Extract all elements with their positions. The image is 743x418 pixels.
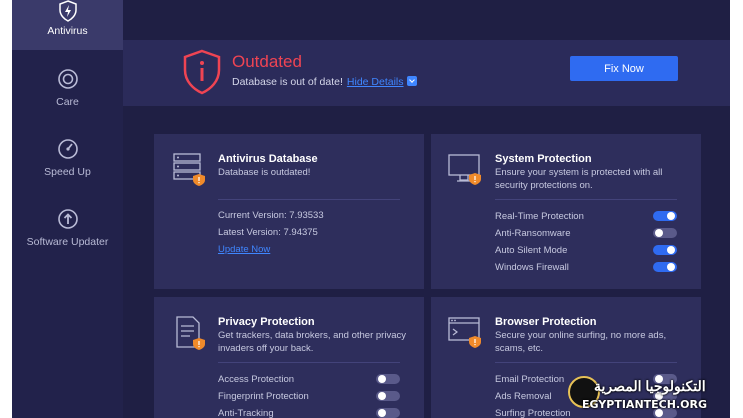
status-title: Outdated [232,52,302,71]
toggle-anti-tracking[interactable] [376,408,400,418]
card-description: Database is outdated! [218,167,311,178]
update-icon [12,208,123,230]
sidebar-item-label: Care [56,96,79,108]
card-title: Antivirus Database [218,153,318,165]
sidebar-item-label: Software Updater [26,236,109,248]
sidebar-item-care[interactable]: Care [12,62,123,132]
setting-label-real-time-protection: Real-Time Protection [495,211,584,222]
watermark: التكنولوجيا المصرية EGYPTIANTECH.ORG [562,374,738,418]
status-message: Database is out of date! Hide Details [232,76,417,88]
sidebar-item-label: Speed Up [44,166,91,178]
toggle-knob [667,212,675,220]
toggle-access-protection[interactable] [376,374,400,384]
divider [218,199,400,200]
current-version: Current Version: 7.93533 [218,210,324,221]
setting-label-anti-tracking: Anti-Tracking [218,408,274,418]
monitor-icon [447,152,483,191]
hide-details-link[interactable]: Hide Details [347,76,404,88]
toggle-knob [378,392,386,400]
divider [495,199,677,200]
sidebar-item-software-updater[interactable]: Software Updater [12,202,123,272]
care-icon [12,68,123,90]
setting-label-surfing-protection: Surfing Protection [495,408,571,418]
browser-window-icon [447,315,483,354]
toggle-knob [655,229,663,237]
card-description: Secure your online surfing, no more ads,… [495,330,667,354]
shield-icon [12,0,123,22]
card-title: Browser Protection [495,316,597,328]
update-now-link[interactable]: Update Now [218,244,270,255]
toggle-knob [378,375,386,383]
toggle-windows-firewall[interactable] [653,262,677,272]
card-antivirus-database: Antivirus Database Database is outdated!… [154,134,424,289]
card-privacy-protection: Privacy Protection Get trackers, data br… [154,297,424,418]
latest-version: Latest Version: 7.94375 [218,227,318,238]
setting-label-auto-silent-mode: Auto Silent Mode [495,245,568,256]
toggle-fingerprint-protection[interactable] [376,391,400,401]
fix-now-button[interactable]: Fix Now [570,56,678,81]
sidebar-item-label: Antivirus [47,25,88,37]
setting-label-email-protection: Email Protection [495,374,565,385]
setting-label-fingerprint-protection: Fingerprint Protection [218,391,309,402]
setting-label-access-protection: Access Protection [218,374,295,385]
toggle-real-time-protection[interactable] [653,211,677,221]
card-description: Get trackers, data brokers, and other pr… [218,330,406,354]
toggle-knob [378,409,386,417]
card-system-protection: System Protection Ensure your system is … [431,134,701,289]
card-title: Privacy Protection [218,316,315,328]
server-icon [172,152,206,191]
sidebar: Antivirus Care Speed Up Software Updater [12,0,123,418]
toggle-auto-silent-mode[interactable] [653,245,677,255]
watermark-english-text: EGYPTIANTECH.ORG [582,398,707,411]
divider [218,362,400,363]
divider [495,362,677,363]
setting-label-ads-removal: Ads Removal [495,391,552,402]
setting-label-windows-firewall: Windows Firewall [495,262,569,273]
setting-label-anti-ransomware: Anti-Ransomware [495,228,571,239]
card-title: System Protection [495,153,592,165]
card-description: Ensure your system is protected with all… [495,167,663,191]
speedometer-icon [12,138,123,160]
document-icon [174,315,208,356]
sidebar-item-speed-up[interactable]: Speed Up [12,132,123,202]
watermark-arabic-text: التكنولوجيا المصرية [594,378,706,394]
main-panel: Outdated Database is out of date! Hide De… [123,0,730,418]
status-message-text: Database is out of date! [232,76,343,88]
toggle-knob [667,246,675,254]
chevron-down-icon[interactable] [406,76,417,86]
app-window: Antivirus Care Speed Up Software Updater… [12,0,730,418]
toggle-knob [667,263,675,271]
toggle-anti-ransomware[interactable] [653,228,677,238]
sidebar-item-antivirus[interactable]: Antivirus [12,0,123,50]
warning-shield-icon [182,49,222,100]
